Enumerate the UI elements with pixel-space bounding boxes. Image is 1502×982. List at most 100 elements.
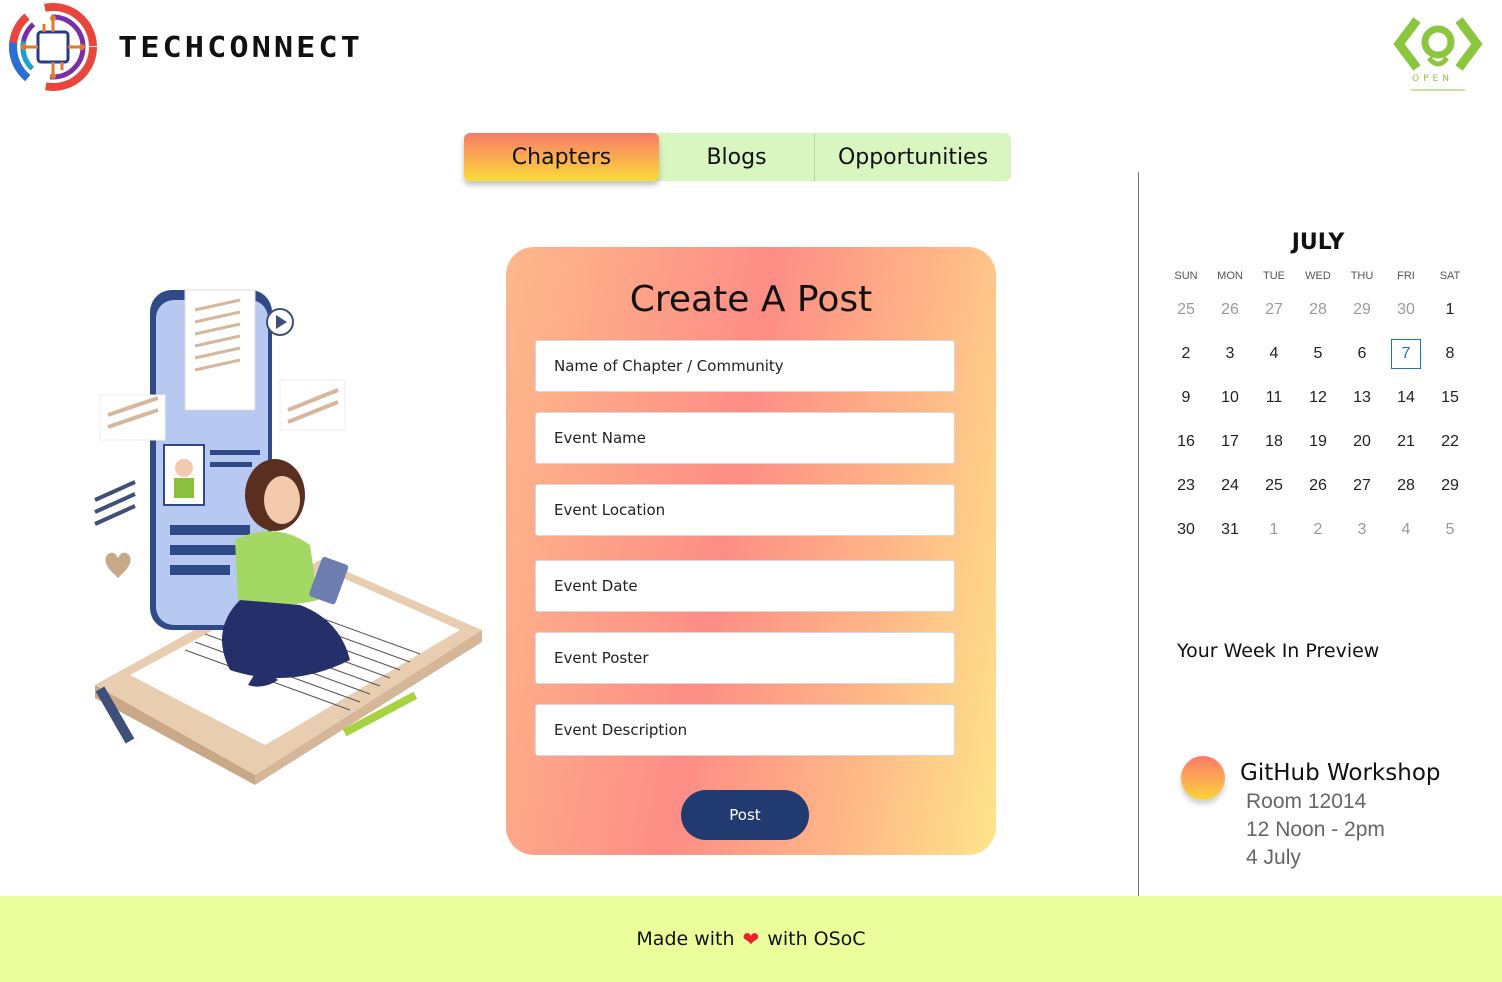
weekday-label: WED [1305,270,1331,282]
calendar-day-number: 2 [1181,345,1191,362]
calendar-day-today[interactable]: 7 [1384,332,1428,376]
calendar-day-number: 26 [1309,477,1327,494]
calendar-day[interactable]: 1 [1428,288,1472,332]
event-poster-field[interactable]: Event Poster [535,632,955,684]
event-title[interactable]: GitHub Workshop [1240,760,1441,786]
calendar-grid: SUN MON TUE WED THU FRI SAT 25 26 27 28 29 30 1 2 3 4 5 6 7… [1164,270,1472,552]
calendar-day-number: 21 [1397,433,1415,450]
calendar-day[interactable]: 1 [1252,508,1296,552]
footer: Made with ❤ with OSoC [0,896,1502,982]
create-post-card: Create A Post Name of Chapter / Communit… [506,247,996,855]
calendar-day-number: 9 [1181,389,1191,406]
calendar-day[interactable]: 9 [1164,376,1208,420]
calendar-day[interactable]: 16 [1164,420,1208,464]
calendar-day[interactable]: 29 [1428,464,1472,508]
calendar-day-number: 18 [1265,433,1283,450]
calendar-day[interactable]: 4 [1252,332,1296,376]
weekday-label: FRI [1397,270,1415,282]
calendar-day-number: 12 [1309,389,1327,406]
calendar-day-number: 30 [1177,521,1195,538]
calendar-day[interactable]: 2 [1296,508,1340,552]
calendar-day-number: 26 [1221,301,1239,318]
calendar-day[interactable]: 21 [1384,420,1428,464]
calendar-day[interactable]: 18 [1252,420,1296,464]
event-date-field[interactable]: Event Date [535,560,955,612]
calendar-day-number: 29 [1441,477,1459,494]
tab-opportunities[interactable]: Opportunities [815,133,1011,181]
calendar-day[interactable]: 30 [1164,508,1208,552]
calendar-day-number: 3 [1225,345,1235,362]
calendar-day[interactable]: 22 [1428,420,1472,464]
calendar-day-number: 5 [1445,521,1455,538]
calendar-day[interactable]: 5 [1428,508,1472,552]
calendar-day[interactable]: 15 [1428,376,1472,420]
calendar-day[interactable]: 27 [1340,464,1384,508]
calendar-day-number: 3 [1357,521,1367,538]
calendar-day-number: 15 [1441,389,1459,406]
calendar-day[interactable]: 25 [1252,464,1296,508]
calendar-day[interactable]: 27 [1252,288,1296,332]
calendar-day[interactable]: 6 [1340,332,1384,376]
calendar-day-number: 13 [1353,389,1371,406]
tab-chapters[interactable]: Chapters [464,133,659,181]
event-date: 4 July [1246,846,1301,869]
calendar-day-number: 10 [1221,389,1239,406]
calendar-day[interactable]: 11 [1252,376,1296,420]
calendar-day-number: 22 [1441,433,1459,450]
event-color-dot [1181,756,1225,800]
calendar-day[interactable]: 10 [1208,376,1252,420]
calendar-day-number: 20 [1353,433,1371,450]
tab-blogs[interactable]: Blogs [659,133,815,181]
calendar-day[interactable]: 5 [1296,332,1340,376]
footer-text-after: with OSoC [767,928,866,950]
calendar-day-number: 14 [1397,389,1415,406]
calendar-day[interactable]: 31 [1208,508,1252,552]
calendar-day[interactable]: 24 [1208,464,1252,508]
techconnect-logo [9,3,97,91]
event-time: 12 Noon - 2pm [1246,818,1385,841]
calendar-day[interactable]: 28 [1384,464,1428,508]
calendar-day[interactable]: 12 [1296,376,1340,420]
calendar-day-number: 1 [1269,521,1279,538]
calendar-day-number: 5 [1313,345,1323,362]
calendar-day[interactable]: 23 [1164,464,1208,508]
calendar-day-number: 8 [1445,345,1455,362]
open-logo-text: OPEN [1412,74,1453,84]
calendar-day[interactable]: 26 [1208,288,1252,332]
weekday-label: TUE [1263,270,1285,282]
calendar-day[interactable]: 28 [1296,288,1340,332]
calendar-day[interactable]: 14 [1384,376,1428,420]
calendar-day-number: 4 [1269,345,1279,362]
calendar-day-number: 27 [1265,301,1283,318]
calendar-day[interactable]: 26 [1296,464,1340,508]
calendar-day[interactable]: 3 [1208,332,1252,376]
event-description-field[interactable]: Event Description [535,704,955,756]
calendar-day[interactable]: 8 [1428,332,1472,376]
calendar-day-number: 27 [1353,477,1371,494]
calendar-day-number: 25 [1177,301,1195,318]
calendar-day[interactable]: 13 [1340,376,1384,420]
calendar-day-number: 28 [1397,477,1415,494]
calendar-day-number: 11 [1265,389,1283,406]
calendar-day-number: 2 [1313,521,1323,538]
event-name-field[interactable]: Event Name [535,412,955,464]
calendar-day[interactable]: 17 [1208,420,1252,464]
weekday-label: SUN [1174,270,1198,282]
calendar-day[interactable]: 25 [1164,288,1208,332]
post-button[interactable]: Post [681,790,809,840]
calendar-day[interactable]: 2 [1164,332,1208,376]
calendar-day-number: 30 [1397,301,1415,318]
calendar-day[interactable]: 20 [1340,420,1384,464]
calendar-day[interactable]: 4 [1384,508,1428,552]
calendar-day-number: 1 [1445,301,1455,318]
calendar-day[interactable]: 30 [1384,288,1428,332]
event-location-field[interactable]: Event Location [535,484,955,536]
calendar-day[interactable]: 19 [1296,420,1340,464]
calendar-day[interactable]: 29 [1340,288,1384,332]
brand-name: TECHCONNECT [118,29,363,65]
chapter-name-field[interactable]: Name of Chapter / Community [535,340,955,392]
calendar-day[interactable]: 3 [1340,508,1384,552]
event-room: Room 12014 [1246,790,1367,813]
woman-with-phone-illustration [94,289,482,785]
main-tabs: Chapters Blogs Opportunities [464,133,1011,181]
